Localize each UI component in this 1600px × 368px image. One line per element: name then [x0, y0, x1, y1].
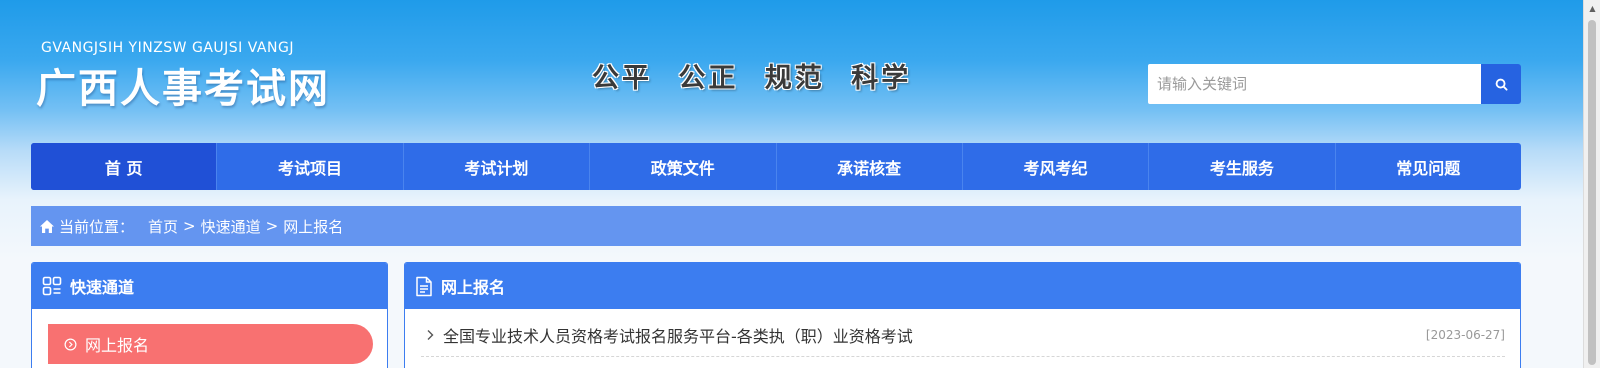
logo-subtitle: GVANGJSIH YINZSW GAUJSI VANGJ: [41, 40, 294, 56]
breadcrumb-label: 当前位置：: [59, 217, 135, 236]
quick-channel-panel: 快速通道 网上报名: [31, 262, 388, 368]
chevron-right-icon: [425, 329, 435, 341]
online-registration-title: 网上报名: [441, 278, 506, 297]
search-icon: [1495, 78, 1508, 91]
nav-item-exam-plan[interactable]: 考试计划: [404, 143, 591, 190]
sidebar-item-online-registration[interactable]: 网上报名: [48, 324, 373, 364]
vertical-scrollbar[interactable]: ▲: [1583, 0, 1600, 368]
nav-item-candidate-services[interactable]: 考生服务: [1149, 143, 1336, 190]
breadcrumb-separator: >: [183, 217, 196, 235]
grid-icon: [42, 276, 62, 296]
nav-item-exam-discipline[interactable]: 考风考纪: [963, 143, 1150, 190]
breadcrumb-separator: >: [265, 217, 279, 235]
search-button[interactable]: [1481, 64, 1521, 104]
online-registration-panel: 网上报名 全国专业技术人员资格考试报名服务平台-各类执（职）业资格考试 [202…: [404, 262, 1521, 368]
list-item-title[interactable]: 全国专业技术人员资格考试报名服务平台-各类执（职）业资格考试: [443, 323, 1426, 347]
scrollbar-thumb[interactable]: [1588, 20, 1596, 365]
nav-item-home[interactable]: 首 页: [31, 143, 218, 190]
search-input[interactable]: [1148, 64, 1481, 104]
sidebar-item-label: 网上报名: [85, 336, 150, 355]
slogan: 公平 公正 规范 科学: [592, 63, 912, 94]
nav-item-exam-projects[interactable]: 考试项目: [217, 143, 404, 190]
document-icon: [415, 276, 433, 297]
logo-title[interactable]: 广西人事考试网: [36, 56, 330, 114]
home-icon: [39, 219, 55, 234]
search-box: [1148, 64, 1521, 104]
online-registration-header: 网上报名: [405, 263, 1520, 309]
breadcrumb-quick-channel[interactable]: 快速通道: [201, 216, 261, 237]
circle-chevron-right-icon: [64, 338, 77, 351]
quick-channel-header: 快速通道: [32, 263, 387, 309]
scroll-up-arrow-icon[interactable]: ▲: [1584, 0, 1600, 17]
breadcrumb-online-registration[interactable]: 网上报名: [283, 216, 343, 237]
breadcrumb-home[interactable]: 首页: [148, 216, 178, 237]
list-item: 全国专业技术人员资格考试报名服务平台-各类执（职）业资格考试 [2023-06-…: [421, 313, 1505, 357]
nav-item-faq[interactable]: 常见问题: [1336, 143, 1521, 190]
nav-item-policy-docs[interactable]: 政策文件: [590, 143, 777, 190]
quick-channel-title: 快速通道: [70, 278, 135, 297]
breadcrumb: 当前位置： 首页 > 快速通道 > 网上报名: [31, 206, 1521, 246]
list-item-date: [2023-06-27]: [1425, 327, 1505, 342]
main-nav: 首 页 考试项目 考试计划 政策文件 承诺核查 考风考纪 考生服务 常见问题: [31, 143, 1521, 190]
nav-item-commitment-check[interactable]: 承诺核查: [777, 143, 963, 190]
